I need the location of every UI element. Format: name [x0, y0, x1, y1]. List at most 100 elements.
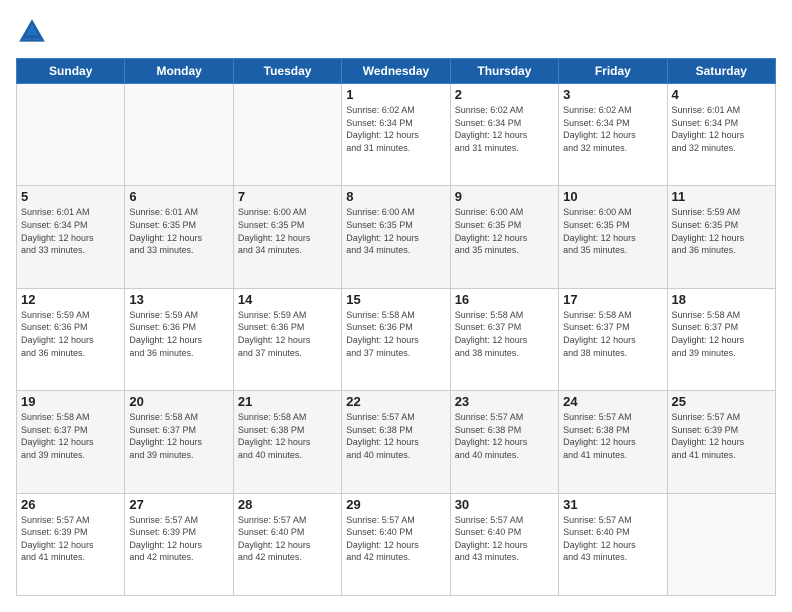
day-info: Sunrise: 6:01 AMSunset: 6:34 PMDaylight:… [672, 104, 771, 154]
calendar-cell: 7 Sunrise: 6:00 AMSunset: 6:35 PMDaylight… [233, 186, 341, 288]
calendar-week-row: 5 Sunrise: 6:01 AMSunset: 6:34 PMDaylight… [17, 186, 776, 288]
day-of-week-header: Monday [125, 59, 233, 84]
day-info: Sunrise: 5:59 AMSunset: 6:36 PMDaylight:… [238, 309, 337, 359]
calendar-cell: 18 Sunrise: 5:58 AMSunset: 6:37 PMDayligh… [667, 288, 775, 390]
day-info: Sunrise: 5:57 AMSunset: 6:40 PMDaylight:… [238, 514, 337, 564]
day-info: Sunrise: 6:02 AMSunset: 6:34 PMDaylight:… [346, 104, 445, 154]
day-number: 24 [563, 394, 662, 409]
day-number: 8 [346, 189, 445, 204]
day-number: 11 [672, 189, 771, 204]
day-number: 4 [672, 87, 771, 102]
day-number: 28 [238, 497, 337, 512]
calendar-cell: 8 Sunrise: 6:00 AMSunset: 6:35 PMDaylight… [342, 186, 450, 288]
day-number: 12 [21, 292, 120, 307]
calendar-cell: 31 Sunrise: 5:57 AMSunset: 6:40 PMDayligh… [559, 493, 667, 595]
calendar-header-row: SundayMondayTuesdayWednesdayThursdayFrid… [17, 59, 776, 84]
calendar-cell: 2 Sunrise: 6:02 AMSunset: 6:34 PMDaylight… [450, 84, 558, 186]
day-number: 1 [346, 87, 445, 102]
day-info: Sunrise: 5:57 AMSunset: 6:39 PMDaylight:… [129, 514, 228, 564]
day-info: Sunrise: 5:58 AMSunset: 6:37 PMDaylight:… [129, 411, 228, 461]
day-number: 20 [129, 394, 228, 409]
day-info: Sunrise: 6:00 AMSunset: 6:35 PMDaylight:… [238, 206, 337, 256]
calendar-cell: 19 Sunrise: 5:58 AMSunset: 6:37 PMDayligh… [17, 391, 125, 493]
calendar-cell [233, 84, 341, 186]
calendar-cell: 27 Sunrise: 5:57 AMSunset: 6:39 PMDayligh… [125, 493, 233, 595]
day-info: Sunrise: 5:59 AMSunset: 6:36 PMDaylight:… [129, 309, 228, 359]
day-number: 6 [129, 189, 228, 204]
page: SundayMondayTuesdayWednesdayThursdayFrid… [0, 0, 792, 612]
calendar-cell: 14 Sunrise: 5:59 AMSunset: 6:36 PMDayligh… [233, 288, 341, 390]
day-of-week-header: Tuesday [233, 59, 341, 84]
calendar-cell: 3 Sunrise: 6:02 AMSunset: 6:34 PMDaylight… [559, 84, 667, 186]
calendar-cell: 12 Sunrise: 5:59 AMSunset: 6:36 PMDayligh… [17, 288, 125, 390]
calendar-week-row: 26 Sunrise: 5:57 AMSunset: 6:39 PMDayligh… [17, 493, 776, 595]
calendar-cell: 22Sunrise: 5:57 AMSunset: 6:38 PMDayligh… [342, 391, 450, 493]
logo-icon [16, 16, 48, 48]
day-info: Sunrise: 6:02 AMSunset: 6:34 PMDaylight:… [455, 104, 554, 154]
day-info: Sunrise: 5:57 AMSunset: 6:40 PMDaylight:… [455, 514, 554, 564]
day-number: 27 [129, 497, 228, 512]
day-number: 9 [455, 189, 554, 204]
day-number: 23 [455, 394, 554, 409]
day-number: 18 [672, 292, 771, 307]
calendar-cell [667, 493, 775, 595]
day-of-week-header: Wednesday [342, 59, 450, 84]
day-of-week-header: Thursday [450, 59, 558, 84]
day-number: 5 [21, 189, 120, 204]
calendar-cell: 15Sunrise: 5:58 AMSunset: 6:36 PMDayligh… [342, 288, 450, 390]
day-number: 25 [672, 394, 771, 409]
day-info: Sunrise: 5:59 AMSunset: 6:35 PMDaylight:… [672, 206, 771, 256]
calendar-cell: 11 Sunrise: 5:59 AMSunset: 6:35 PMDayligh… [667, 186, 775, 288]
day-info: Sunrise: 5:59 AMSunset: 6:36 PMDaylight:… [21, 309, 120, 359]
calendar-cell: 20 Sunrise: 5:58 AMSunset: 6:37 PMDayligh… [125, 391, 233, 493]
header [16, 16, 776, 48]
day-info: Sunrise: 6:01 AMSunset: 6:35 PMDaylight:… [129, 206, 228, 256]
calendar-week-row: 12 Sunrise: 5:59 AMSunset: 6:36 PMDayligh… [17, 288, 776, 390]
day-info: Sunrise: 5:58 AMSunset: 6:36 PMDaylight:… [346, 309, 445, 359]
day-number: 7 [238, 189, 337, 204]
day-info: Sunrise: 6:00 AMSunset: 6:35 PMDaylight:… [346, 206, 445, 256]
calendar-cell: 26 Sunrise: 5:57 AMSunset: 6:39 PMDayligh… [17, 493, 125, 595]
calendar-cell [17, 84, 125, 186]
day-number: 16 [455, 292, 554, 307]
day-info: Sunrise: 5:58 AMSunset: 6:38 PMDaylight:… [238, 411, 337, 461]
day-info: Sunrise: 5:57 AMSunset: 6:40 PMDaylight:… [563, 514, 662, 564]
calendar-cell: 24Sunrise: 5:57 AMSunset: 6:38 PMDayligh… [559, 391, 667, 493]
day-number: 13 [129, 292, 228, 307]
day-info: Sunrise: 5:58 AMSunset: 6:37 PMDaylight:… [455, 309, 554, 359]
day-info: Sunrise: 6:00 AMSunset: 6:35 PMDaylight:… [455, 206, 554, 256]
day-info: Sunrise: 5:57 AMSunset: 6:39 PMDaylight:… [672, 411, 771, 461]
day-info: Sunrise: 6:02 AMSunset: 6:34 PMDaylight:… [563, 104, 662, 154]
calendar-cell [125, 84, 233, 186]
calendar-cell: 13 Sunrise: 5:59 AMSunset: 6:36 PMDayligh… [125, 288, 233, 390]
day-info: Sunrise: 5:58 AMSunset: 6:37 PMDaylight:… [563, 309, 662, 359]
day-number: 17 [563, 292, 662, 307]
day-info: Sunrise: 5:57 AMSunset: 6:38 PMDaylight:… [455, 411, 554, 461]
calendar-cell: 23 Sunrise: 5:57 AMSunset: 6:38 PMDayligh… [450, 391, 558, 493]
day-info: Sunrise: 6:00 AMSunset: 6:35 PMDaylight:… [563, 206, 662, 256]
day-number: 22 [346, 394, 445, 409]
day-number: 3 [563, 87, 662, 102]
day-number: 19 [21, 394, 120, 409]
day-info: Sunrise: 5:58 AMSunset: 6:37 PMDaylight:… [672, 309, 771, 359]
day-number: 30 [455, 497, 554, 512]
day-info: Sunrise: 5:57 AMSunset: 6:39 PMDaylight:… [21, 514, 120, 564]
calendar-cell: 6 Sunrise: 6:01 AMSunset: 6:35 PMDaylight… [125, 186, 233, 288]
calendar-cell: 10Sunrise: 6:00 AMSunset: 6:35 PMDayligh… [559, 186, 667, 288]
logo [16, 16, 52, 48]
day-number: 31 [563, 497, 662, 512]
calendar-table: SundayMondayTuesdayWednesdayThursdayFrid… [16, 58, 776, 596]
day-number: 29 [346, 497, 445, 512]
day-number: 26 [21, 497, 120, 512]
day-of-week-header: Sunday [17, 59, 125, 84]
day-info: Sunrise: 5:57 AMSunset: 6:40 PMDaylight:… [346, 514, 445, 564]
calendar-cell: 25 Sunrise: 5:57 AMSunset: 6:39 PMDayligh… [667, 391, 775, 493]
day-of-week-header: Saturday [667, 59, 775, 84]
day-number: 14 [238, 292, 337, 307]
day-of-week-header: Friday [559, 59, 667, 84]
calendar-cell: 29 Sunrise: 5:57 AMSunset: 6:40 PMDayligh… [342, 493, 450, 595]
day-info: Sunrise: 6:01 AMSunset: 6:34 PMDaylight:… [21, 206, 120, 256]
day-info: Sunrise: 5:58 AMSunset: 6:37 PMDaylight:… [21, 411, 120, 461]
calendar-cell: 1 Sunrise: 6:02 AMSunset: 6:34 PMDaylight… [342, 84, 450, 186]
day-number: 2 [455, 87, 554, 102]
